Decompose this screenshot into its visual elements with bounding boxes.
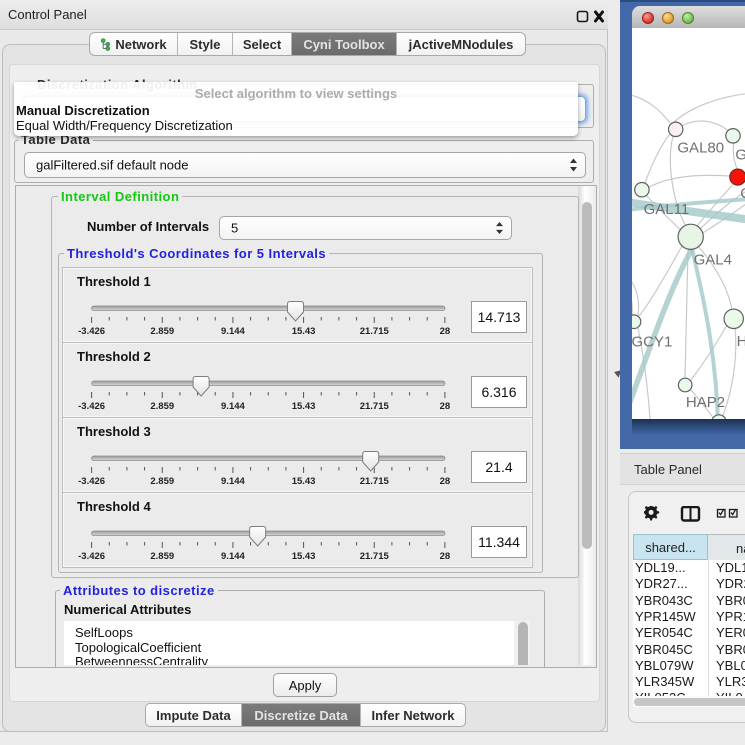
svg-text:GA: GA: [735, 147, 745, 164]
svg-text:28: 28: [440, 551, 451, 562]
svg-text:GCY1: GCY1: [632, 334, 672, 351]
svg-text:2.859: 2.859: [150, 326, 174, 337]
svg-text:15.43: 15.43: [292, 551, 316, 562]
svg-text:2.859: 2.859: [150, 476, 174, 487]
svg-text:HAP2: HAP2: [685, 394, 724, 411]
svg-text:H: H: [736, 333, 745, 350]
svg-text:GAL11: GAL11: [643, 201, 689, 218]
svg-text:21.715: 21.715: [360, 551, 390, 562]
svg-text:28: 28: [440, 476, 451, 487]
svg-text:GAL80: GAL80: [677, 139, 724, 156]
svg-text:-3.426: -3.426: [78, 551, 105, 562]
svg-text:21.715: 21.715: [360, 476, 390, 487]
svg-text:28: 28: [440, 401, 451, 412]
svg-text:2.859: 2.859: [150, 401, 174, 412]
svg-text:-3.426: -3.426: [78, 476, 105, 487]
svg-text:9.144: 9.144: [221, 401, 245, 412]
svg-text:21.715: 21.715: [360, 326, 390, 337]
svg-text:2.859: 2.859: [150, 551, 174, 562]
svg-text:-3.426: -3.426: [78, 401, 105, 412]
svg-text:9.144: 9.144: [221, 326, 245, 337]
svg-text:-3.426: -3.426: [78, 326, 105, 337]
svg-text:15.43: 15.43: [292, 326, 316, 337]
svg-text:9.144: 9.144: [221, 476, 245, 487]
svg-text:28: 28: [440, 326, 451, 337]
svg-text:15.43: 15.43: [292, 476, 316, 487]
svg-text:9.144: 9.144: [221, 551, 245, 562]
svg-text:21.715: 21.715: [360, 401, 390, 412]
svg-text:GAL4: GAL4: [693, 252, 731, 269]
svg-text:15.43: 15.43: [292, 401, 316, 412]
svg-text:C: C: [740, 185, 745, 202]
